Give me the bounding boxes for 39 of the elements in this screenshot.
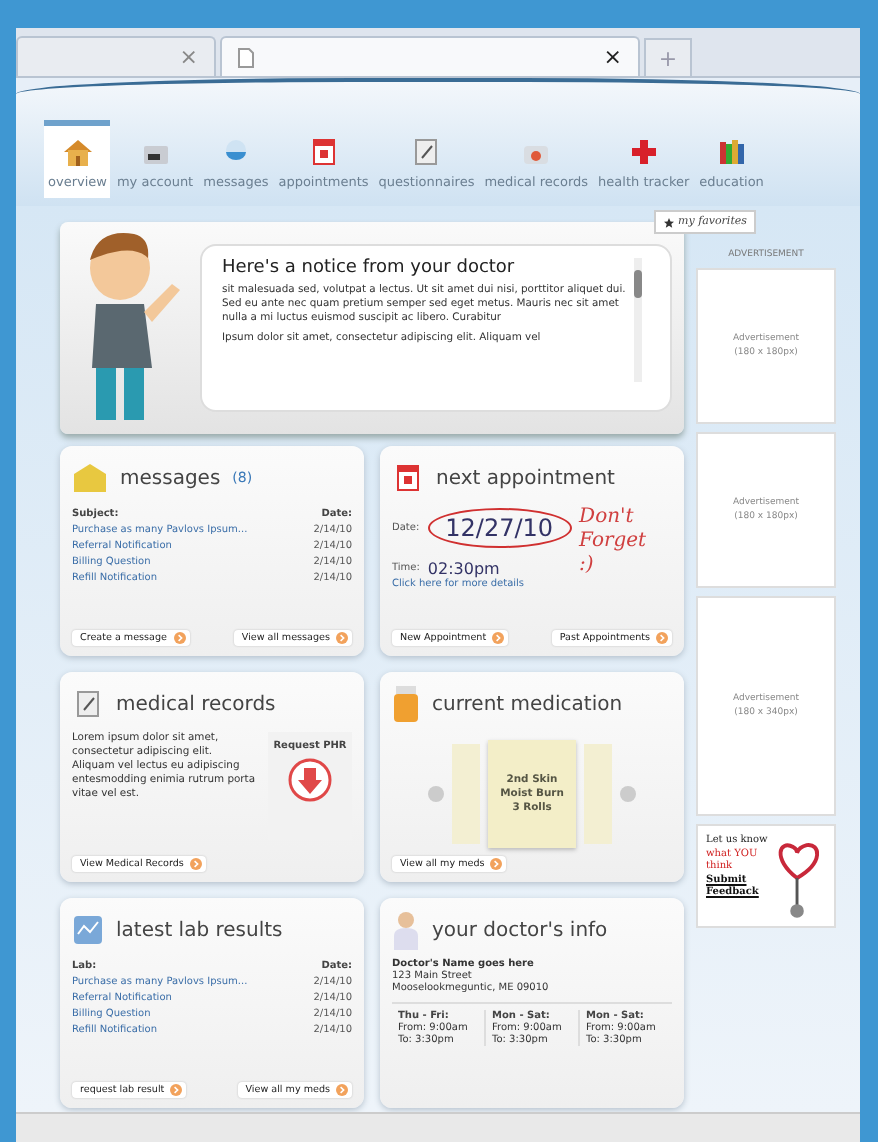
- arrow-icon: [492, 632, 505, 644]
- download-icon: [288, 758, 332, 802]
- card-title: next appointment: [436, 467, 615, 489]
- appointment-date: 12/27/10: [427, 507, 572, 547]
- card-title: current medication: [432, 693, 623, 715]
- calendar-icon: [307, 138, 340, 166]
- arrow-icon: [490, 858, 503, 870]
- arrow-icon: [336, 1084, 348, 1096]
- appointment-time: 02:30pm: [427, 559, 500, 577]
- arrow-icon: [189, 858, 202, 870]
- books-icon: [715, 138, 748, 166]
- star-icon: [664, 217, 674, 227]
- close-icon[interactable]: ×: [603, 44, 622, 70]
- card-title: your doctor's info: [432, 919, 608, 941]
- previous-icon[interactable]: [428, 786, 444, 802]
- medication-card-preview[interactable]: [584, 744, 612, 844]
- medical-cross-icon: [627, 138, 660, 166]
- arrow-icon: [336, 632, 348, 644]
- card-title: medical records: [116, 693, 276, 715]
- next-icon[interactable]: [620, 786, 636, 802]
- lab-report-icon: [72, 914, 104, 946]
- calendar-icon: [392, 464, 424, 492]
- card-title: messages: [120, 467, 221, 489]
- arrow-icon: [656, 632, 668, 644]
- arrow-icon: [170, 1084, 183, 1096]
- card-title: latest lab results: [116, 919, 283, 941]
- house-icon: [61, 138, 94, 166]
- doctor-figure-icon: [392, 910, 420, 950]
- medication-card-preview[interactable]: [452, 744, 480, 844]
- arrow-icon: [173, 632, 185, 644]
- notice-title: Here's a notice from your doctor: [222, 258, 517, 278]
- browser-tab[interactable]: ×: [16, 36, 216, 76]
- clipboard-icon: [410, 138, 443, 166]
- handwritten-note: Don't Forget :): [579, 506, 649, 578]
- page-icon: [238, 47, 254, 67]
- pill-bottle-icon: [392, 686, 420, 722]
- close-icon[interactable]: ×: [179, 44, 198, 70]
- browser-tab[interactable]: ×: [220, 36, 640, 76]
- clipboard-icon: [72, 690, 104, 718]
